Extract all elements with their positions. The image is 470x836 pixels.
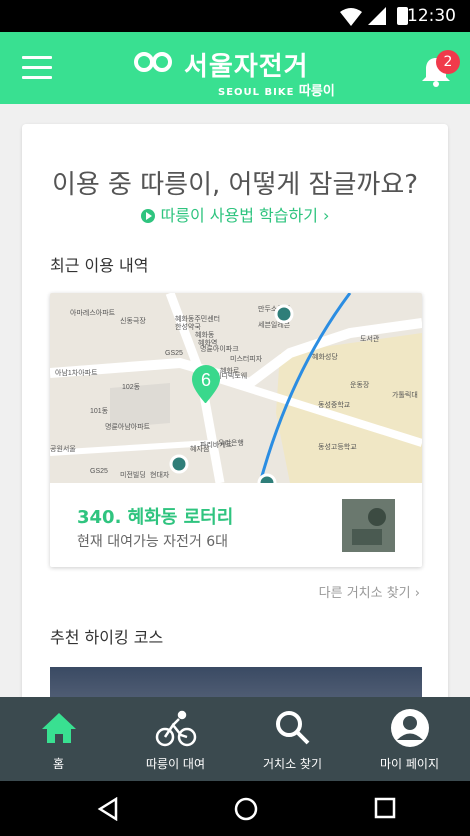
status-bar: 12:30 bbox=[0, 0, 470, 32]
home-icon bbox=[42, 713, 76, 743]
logo-sub: SEOUL BIKE 따릉이 bbox=[218, 80, 335, 99]
station-availability: 현재 대여가능 자전거 6대 bbox=[77, 534, 229, 550]
station-name: 340. 혜화동 로터리 bbox=[77, 507, 234, 528]
map-label: 혜화동 bbox=[195, 330, 215, 339]
map-label: 도서관 bbox=[360, 334, 380, 343]
map-label: 한성약국 bbox=[175, 322, 201, 331]
map-label: 혜화성당 bbox=[312, 352, 338, 361]
map-label: 신동극장 bbox=[120, 316, 146, 325]
map-label: 운동장 bbox=[350, 380, 370, 389]
main-card: 이용 중 따릉이, 어떻게 잠글까요? 따릉이 사용법 학습하기 › 최근 이용… bbox=[22, 124, 448, 724]
map-label: 미전빌딩 bbox=[120, 470, 146, 479]
seoul-bike-logo: 서울자전거 SEOUL BIKE 따릉이 bbox=[134, 48, 354, 99]
bottom-nav: 홈 따릉이 대여 거치소 찾기 마이 페이지 bbox=[0, 697, 470, 781]
map-label: 동성중학교 bbox=[318, 400, 351, 409]
app-bar: 서울자전거 SEOUL BIKE 따릉이 bbox=[0, 32, 470, 104]
nav-mypage-label: 마이 페이지 bbox=[379, 757, 439, 771]
wifi-icon bbox=[340, 8, 362, 26]
headline: 이용 중 따릉이, 어떻게 잠글까요? bbox=[51, 170, 419, 200]
play-icon bbox=[140, 209, 155, 223]
nav-rent-label: 따릉이 대여 bbox=[145, 757, 205, 771]
map-label: 명륜아남아파트 bbox=[105, 422, 151, 431]
logo-sub-kr: 따릉이 bbox=[298, 84, 335, 99]
menu-icon[interactable] bbox=[22, 56, 52, 80]
cluster-count: 6 bbox=[201, 370, 211, 390]
map-label: 혜화동주민센터 bbox=[175, 314, 220, 323]
map-label: 현대자 bbox=[150, 470, 170, 479]
map-label: GS25 bbox=[90, 468, 108, 475]
hiking-title: 추천 하이킹 코스 bbox=[50, 628, 164, 647]
nav-find-station[interactable]: 거치소 찾기 bbox=[234, 697, 351, 781]
nav-mypage[interactable]: 마이 페이지 bbox=[351, 697, 468, 781]
search-icon bbox=[276, 711, 310, 745]
back-icon[interactable] bbox=[96, 797, 120, 821]
chevron-right-icon: › bbox=[414, 586, 420, 601]
nav-rent[interactable]: 따릉이 대여 bbox=[117, 697, 234, 781]
recent-station-card[interactable]: 아마레스아파트 신동극장 혜화동주민센터 한성약국 혜화동 혜화역 GS25 명륜아이파크 미스… bbox=[50, 293, 422, 567]
cellular-signal-icon bbox=[368, 7, 386, 25]
map-label: 아남1차아파트 bbox=[55, 368, 98, 377]
notification-badge: 2 bbox=[436, 50, 460, 74]
bicycle-icon bbox=[155, 710, 197, 747]
map-label: 동성고등학교 bbox=[318, 442, 357, 451]
home-circle-icon[interactable] bbox=[234, 797, 258, 821]
status-time: 12:30 bbox=[407, 6, 456, 26]
map-label: 아마레스아파트 bbox=[70, 308, 116, 317]
map-label: 가톨릭대 bbox=[392, 390, 418, 399]
logo-brand: 서울자전거 bbox=[184, 52, 309, 82]
nav-find-label: 거치소 찾기 bbox=[262, 757, 322, 771]
howto-link[interactable]: 따릉이 사용법 학습하기 › bbox=[22, 202, 448, 226]
chevron-right-icon: › bbox=[323, 206, 330, 225]
nav-home[interactable]: 홈 bbox=[0, 697, 117, 781]
map-label: 파리바게트 bbox=[200, 440, 233, 449]
system-nav-bar bbox=[0, 781, 470, 836]
other-stations-label: 다른 거치소 찾기 bbox=[318, 586, 411, 601]
nav-home-label: 홈 bbox=[52, 757, 65, 771]
howto-link-label: 따릉이 사용법 학습하기 bbox=[160, 206, 318, 225]
station-thumbnail bbox=[342, 499, 395, 552]
recent-title: 최근 이용 내역 bbox=[50, 256, 149, 275]
recents-icon[interactable] bbox=[374, 797, 396, 819]
map-label: 공원서울 bbox=[50, 444, 76, 453]
logo-circles-icon bbox=[134, 52, 178, 74]
map-label: 102동 bbox=[122, 383, 141, 391]
other-stations-link[interactable]: 다른 거치소 찾기 › bbox=[319, 582, 420, 601]
map-label: 미스터피자 bbox=[230, 354, 263, 363]
account-icon bbox=[391, 709, 429, 747]
map-label: GS25 bbox=[165, 350, 183, 357]
map-view[interactable]: 아마레스아파트신동극장 혜화동주민센터한성약국혜화동혜화역GS25명륜아이파크미스… bbox=[50, 293, 422, 483]
map-label: 명륜아이파크 bbox=[200, 344, 239, 353]
logo-sub-en: SEOUL BIKE bbox=[218, 87, 295, 98]
map-label: 101동 bbox=[90, 407, 109, 415]
